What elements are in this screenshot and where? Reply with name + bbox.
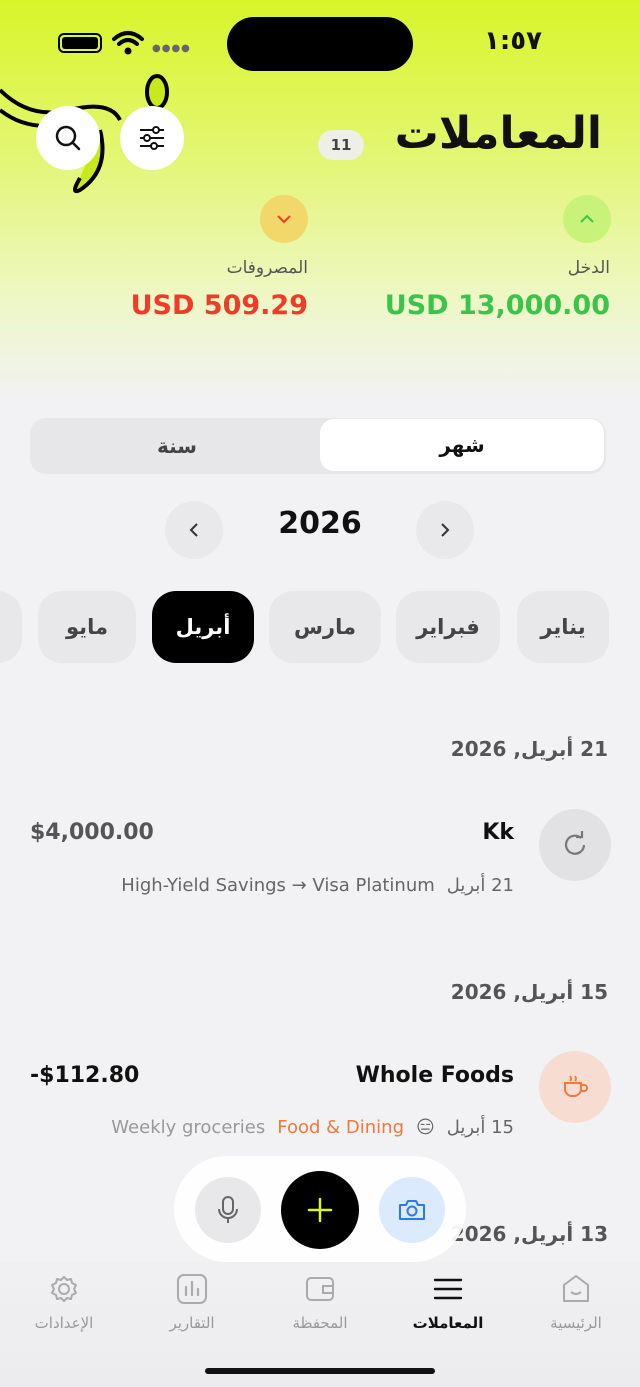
transaction-amount: -$112.80 [30,1063,140,1088]
expense-arrow [260,195,308,243]
gear-icon [51,1276,77,1302]
page-title: المعاملات [394,108,602,159]
expense-value: USD 509.29 [130,290,308,321]
coffee-cup-icon [564,1075,588,1097]
transaction-detail: High-Yield Savings → Visa Platinum [121,875,435,896]
transaction-meta: Weekly groceries Food & Dining 😑 15 أبري… [111,1117,514,1138]
bar-chart-icon [177,1274,207,1304]
filter-button[interactable] [120,106,184,170]
period-month-option[interactable]: شهر [320,419,604,471]
signal-icon: ●●●● [152,43,191,54]
month-chip[interactable]: يناير [517,591,609,663]
home-indicator [205,1368,435,1374]
income-value: USD 13,000.00 [384,290,610,321]
search-button[interactable] [36,106,100,170]
microphone-icon [218,1196,238,1223]
category-label: Food & Dining [277,1117,405,1138]
transaction-date: 15 أبريل [446,1117,514,1138]
income-arrow [563,195,611,243]
previous-year-button[interactable] [165,501,223,559]
plus-icon [307,1197,333,1223]
category-emoji: 😑 [416,1117,435,1138]
transaction-date: 21 أبريل [446,875,514,896]
next-year-button[interactable] [416,501,474,559]
sliders-icon [140,126,164,150]
wallet-icon [306,1277,334,1301]
transaction-note: Weekly groceries [111,1117,266,1138]
wifi-icon [112,31,144,55]
transaction-row-icon [539,809,611,881]
scan-receipt-button[interactable] [379,1177,445,1243]
chevron-left-icon [189,523,198,537]
month-chip-selected[interactable]: أبريل [152,591,254,663]
tab-transactions[interactable]: المعاملات [388,1272,508,1332]
add-transaction-button[interactable] [281,1171,359,1249]
tab-transactions-label: المعاملات [412,1314,484,1332]
date-group-header: 15 أبريل, 2026 [450,980,608,1004]
period-toggle: شهر سنة [30,418,606,474]
month-chip[interactable]: مارس [269,591,381,663]
transaction-meta: High-Yield Savings → Visa Platinum 21 أب… [121,875,514,896]
date-group-header: 21 أبريل, 2026 [450,737,608,761]
transaction-title[interactable]: Kk [482,820,514,845]
dynamic-island [227,17,413,71]
transaction-count-badge: 11 [318,130,364,160]
income-label: الدخل [567,258,610,278]
tab-wallet-label: المحفظة [292,1314,348,1332]
expense-label: المصروفات [226,258,308,278]
transaction-amount: $4,000.00 [30,820,154,845]
year-label: 2026 [278,506,362,541]
chevron-down-icon [277,215,291,224]
home-icon [563,1275,589,1302]
chevron-right-icon [441,523,450,537]
period-year-option[interactable]: سنة [32,418,322,474]
date-group-header: 13 أبريل, 2026 [450,1222,608,1246]
tab-home[interactable]: الرئيسية [516,1272,636,1332]
camera-icon [399,1200,425,1220]
tab-settings-label: الإعدادات [34,1314,94,1332]
month-chip-partial[interactable] [0,591,22,663]
search-icon [55,125,81,151]
month-chip[interactable]: مايو [38,591,136,663]
tab-home-label: الرئيسية [550,1314,602,1332]
battery-icon [58,33,102,53]
tab-settings[interactable]: الإعدادات [4,1272,124,1332]
transaction-title[interactable]: Whole Foods [356,1063,514,1088]
tab-reports-label: التقارير [169,1314,215,1332]
transaction-row-icon [539,1051,611,1123]
repeat-icon [564,831,586,855]
list-icon [433,1278,463,1300]
month-chip[interactable]: فبراير [396,591,500,663]
tab-reports[interactable]: التقارير [132,1272,252,1332]
status-time: ١:٥٧ [483,26,542,56]
tab-wallet[interactable]: المحفظة [260,1272,380,1332]
voice-input-button[interactable] [195,1177,261,1243]
chevron-up-icon [580,214,594,223]
